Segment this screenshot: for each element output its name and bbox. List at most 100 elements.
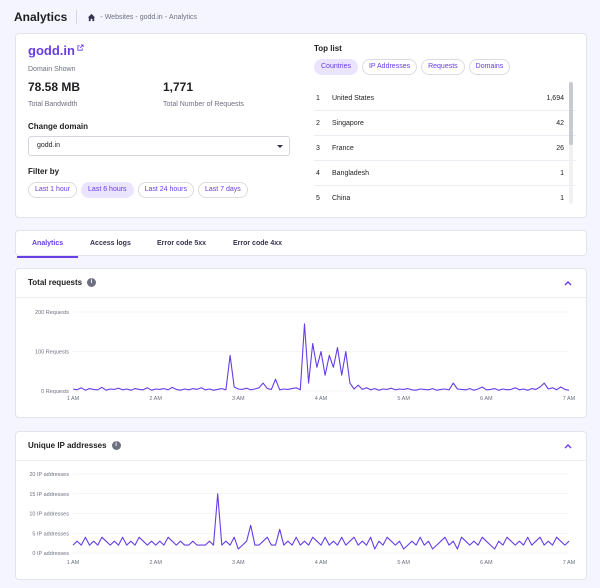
y-tick-label: 15 IP addresses (29, 492, 69, 498)
filter-last-24-hours[interactable]: Last 24 hours (137, 182, 194, 198)
row-name: Bangladesh (332, 170, 369, 177)
row-rank: 5 (316, 195, 320, 202)
domain-name[interactable]: godd.in (28, 43, 75, 58)
page-header: Analytics - Websites - godd.in - Analyti… (14, 10, 199, 24)
requests-label: Total Number of Requests (163, 101, 244, 108)
breadcrumb-separator: - (164, 13, 168, 21)
header-divider (76, 10, 78, 24)
x-tick-label: 1 AM (67, 560, 80, 566)
row-value: 1 (560, 170, 564, 177)
x-tick-label: 3 AM (232, 560, 245, 566)
x-tick-label: 3 AM (232, 396, 245, 402)
toplist-scrollbar[interactable] (569, 82, 573, 204)
domain-select[interactable]: godd.in (28, 136, 290, 156)
tab-access-logs[interactable]: Access logs (90, 231, 131, 257)
total-requests-chart: 0 Requests 100 Requests 200 Requests 1 AM 2 … (35, 310, 576, 402)
x-tick-label: 2 AM (149, 396, 162, 402)
domain-select-value: godd.in (37, 142, 60, 149)
filter-last-1-hour[interactable]: Last 1 hour (28, 182, 78, 198)
y-tick-label: 0 IP addresses (32, 551, 69, 557)
toplist-tab-ip-addresses[interactable]: IP Addresses (361, 59, 418, 75)
y-tick-label: 5 IP addresses (32, 531, 69, 537)
chart-title-text: Total requests (28, 278, 83, 287)
breadcrumb-websites[interactable]: Websites (105, 14, 134, 21)
scrollbar-thumb[interactable] (569, 82, 573, 145)
y-tick-label: 10 IP addresses (29, 512, 69, 518)
y-tick-label: 20 IP addresses (29, 472, 69, 478)
row-rank: 2 (316, 120, 320, 127)
domain-caption: Domain Shown (28, 66, 76, 73)
row-rank: 1 (316, 95, 320, 102)
x-tick-label: 2 AM (149, 560, 162, 566)
row-rank: 4 (316, 170, 320, 177)
bandwidth-value: 78.58 MB (28, 80, 81, 94)
row-name: France (332, 145, 354, 152)
toplist-title: Top list (314, 44, 342, 53)
filter-last-6-hours[interactable]: Last 6 hours (81, 182, 134, 198)
x-tick-label: 5 AM (397, 396, 410, 402)
row-value: 26 (556, 145, 564, 152)
toplist-tab-requests[interactable]: Requests (421, 59, 465, 75)
domain-link[interactable]: godd.in (28, 43, 84, 58)
x-tick-label: 7 AM (563, 560, 576, 566)
chart-title-text: Unique IP addresses (28, 441, 107, 450)
toplist-tab-domains[interactable]: Domains (468, 59, 511, 75)
y-tick-label: 0 Requests (41, 389, 69, 395)
x-tick-label: 4 AM (315, 396, 328, 402)
table-row: 3 France 26 (314, 136, 576, 161)
toplist-table[interactable]: 1 United States 1,694 2 Singapore 42 3 France… (314, 86, 576, 207)
breadcrumb-domain[interactable]: godd.in (140, 14, 163, 21)
filter-last-7-days[interactable]: Last 7 days (197, 182, 248, 198)
overview-card: godd.in Domain Shown 78.58 MB Total Band… (15, 33, 587, 218)
table-row: 5 China 1 (314, 186, 576, 207)
requests-value: 1,771 (163, 80, 194, 94)
row-name: China (332, 195, 351, 202)
bandwidth-label: Total Bandwidth (28, 101, 78, 108)
breadcrumb-separator: - (135, 13, 138, 21)
y-tick-label: 200 Requests (35, 310, 69, 316)
unique-ip-chart: 0 IP addresses 5 IP addresses 10 IP addres… (29, 472, 576, 566)
table-row: 1 United States 1,694 (314, 86, 576, 111)
x-tick-label: 1 AM (67, 396, 80, 402)
row-name: Singapore (332, 120, 364, 127)
tab-error-5xx[interactable]: Error code 5xx (157, 231, 206, 257)
chevron-up-icon[interactable] (564, 443, 572, 449)
total-requests-card: Total requests i 0 Requests 100 Requests 2… (15, 268, 587, 418)
x-tick-label: 7 AM (563, 396, 576, 402)
toplist-tab-countries[interactable]: Countries (314, 59, 358, 75)
page-title: Analytics (14, 10, 68, 24)
breadcrumb: - Websites - godd.in - Analytics (87, 13, 199, 22)
info-icon[interactable]: i (111, 441, 121, 450)
breadcrumb-current: Analytics (169, 13, 198, 21)
chevron-down-icon (277, 145, 283, 148)
table-row: 4 Bangladesh 1 (314, 161, 576, 186)
row-rank: 3 (316, 145, 320, 152)
toplist-tabs: Countries IP Addresses Requests Domains (314, 59, 514, 75)
filter-label: Filter by (28, 167, 60, 176)
row-name: United States (332, 95, 375, 102)
chart-title: Total requests i (28, 278, 97, 287)
info-icon[interactable]: i (87, 278, 97, 287)
tab-error-4xx[interactable]: Error code 4xx (233, 231, 282, 257)
x-tick-label: 4 AM (315, 560, 328, 566)
x-tick-label: 6 AM (480, 396, 493, 402)
row-value: 42 (556, 120, 564, 127)
x-tick-label: 6 AM (480, 560, 493, 566)
breadcrumb-separator: - (100, 13, 103, 21)
series-line[interactable] (72, 323, 570, 391)
external-link-icon[interactable] (77, 44, 84, 51)
table-row: 2 Singapore 42 (314, 111, 576, 136)
chevron-up-icon[interactable] (564, 280, 572, 286)
chart-title: Unique IP addresses i (28, 441, 121, 450)
time-filter-group: Last 1 hour Last 6 hours Last 24 hours L… (28, 182, 252, 198)
y-tick-label: 100 Requests (35, 350, 69, 356)
change-domain-label: Change domain (28, 122, 89, 131)
row-value: 1,694 (546, 95, 564, 102)
unique-ip-card: Unique IP addresses i 0 IP addresses 5 IP… (15, 431, 587, 580)
home-icon[interactable] (87, 13, 96, 22)
tab-analytics[interactable]: Analytics (16, 231, 79, 258)
row-value: 1 (560, 195, 564, 202)
x-tick-label: 5 AM (397, 560, 410, 566)
tab-bar: Analytics Access logs Error code 5xx Err… (15, 230, 587, 258)
series-line[interactable] (72, 493, 570, 550)
